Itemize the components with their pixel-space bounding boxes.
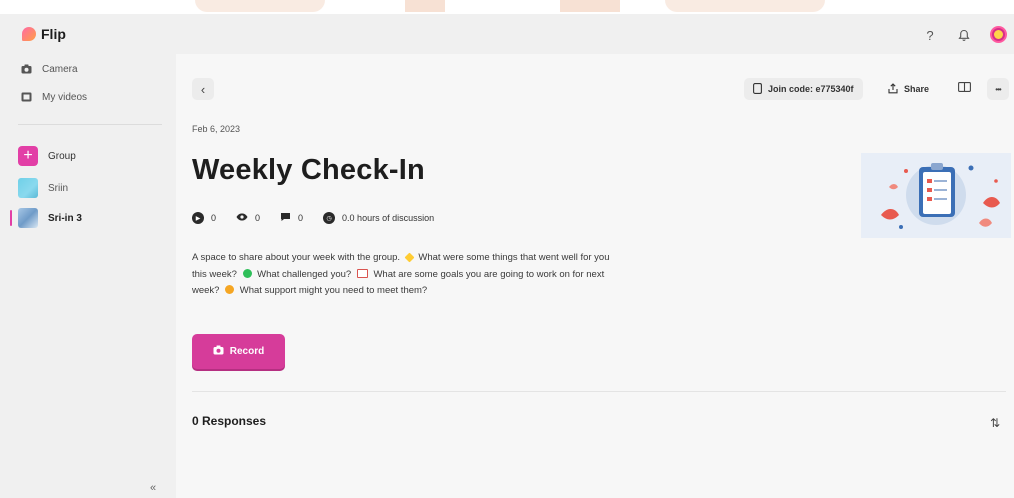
sidebar-item-label: Sri-in 3: [48, 212, 82, 224]
sidebar-item-group-sri-in-3[interactable]: Sri-in 3: [18, 208, 82, 228]
sidebar-item-my-videos[interactable]: My videos: [20, 91, 87, 103]
sidebar-item-label: Camera: [42, 63, 78, 75]
sidebar-item-camera[interactable]: Camera: [20, 63, 78, 75]
video-icon: [20, 91, 32, 103]
topic-date: Feb 6, 2023: [192, 124, 241, 134]
join-code-button[interactable]: Join code: e775340f: [744, 78, 863, 100]
top-header: Flip ?: [0, 14, 1014, 54]
back-button[interactable]: ‹: [192, 78, 214, 100]
comment-count: 0: [298, 213, 304, 223]
avatar-face-icon: [994, 30, 1003, 39]
discussion-hours: 0.0 hours of discussion: [342, 213, 435, 223]
smile-icon: [225, 285, 235, 294]
help-icon[interactable]: ?: [921, 26, 939, 44]
clock-icon: ◷: [323, 212, 336, 224]
layout-icon: [957, 82, 971, 96]
bell-icon[interactable]: [955, 26, 973, 44]
camera-icon: [213, 345, 224, 358]
calendar-icon: [356, 268, 368, 278]
share-icon: [888, 82, 898, 96]
plus-icon: +: [18, 146, 38, 166]
share-button[interactable]: Share: [879, 78, 939, 100]
green-heart-icon: [242, 268, 252, 278]
topic-description: A space to share about your week with th…: [192, 252, 610, 296]
sidebar: Camera My videos + Group Sriin Sri-in 3 …: [0, 54, 176, 498]
comment-icon: [280, 212, 291, 224]
theater-mode-button[interactable]: [953, 78, 975, 100]
play-icon: ▶: [192, 212, 204, 224]
video-count: 0: [211, 213, 217, 223]
sidebar-item-label: My videos: [42, 91, 88, 103]
camera-icon: [20, 63, 32, 75]
copy-icon: [753, 82, 762, 96]
sidebar-item-group-sriin[interactable]: Sriin: [18, 178, 68, 198]
share-label: Share: [904, 84, 930, 94]
record-button[interactable]: Record: [192, 334, 285, 369]
join-code-label: Join code: e775340f: [768, 84, 854, 94]
topic-main: ‹ Join code: e775340f Share ••• Feb 6, 2…: [176, 54, 1014, 498]
active-indicator: [10, 210, 12, 226]
collapse-sidebar-icon[interactable]: «: [150, 482, 156, 494]
chevron-left-icon: ‹: [200, 81, 206, 97]
sidebar-item-label: Group: [48, 150, 76, 162]
flip-logo[interactable]: Flip: [22, 26, 66, 42]
section-divider: [192, 391, 1006, 392]
view-count: 0: [255, 213, 261, 223]
avatar[interactable]: [990, 26, 1007, 43]
sidebar-divider: [18, 124, 162, 125]
page-title: Weekly Check-In: [192, 154, 425, 186]
group-thumbnail: [18, 208, 38, 228]
more-options-button[interactable]: •••: [987, 78, 1009, 100]
responses-heading: 0 Responses: [192, 414, 267, 428]
record-label: Record: [229, 346, 265, 357]
group-thumbnail: [18, 178, 38, 198]
more-icon: •••: [995, 84, 1001, 94]
topic-cover-image: [861, 153, 1011, 238]
top-decoration: [0, 0, 1014, 14]
sidebar-item-label: Sriin: [48, 182, 69, 194]
app-name: Flip: [41, 26, 66, 42]
sparkles-icon: [404, 252, 415, 263]
sort-icon[interactable]: ⇅: [990, 416, 1000, 430]
eye-icon: [236, 213, 248, 223]
sidebar-item-add-group[interactable]: + Group: [18, 146, 76, 166]
flip-logo-icon: [22, 27, 36, 41]
topic-stats: ▶ 0 0 0 ◷ 0.0 hours of discussion: [192, 212, 434, 224]
